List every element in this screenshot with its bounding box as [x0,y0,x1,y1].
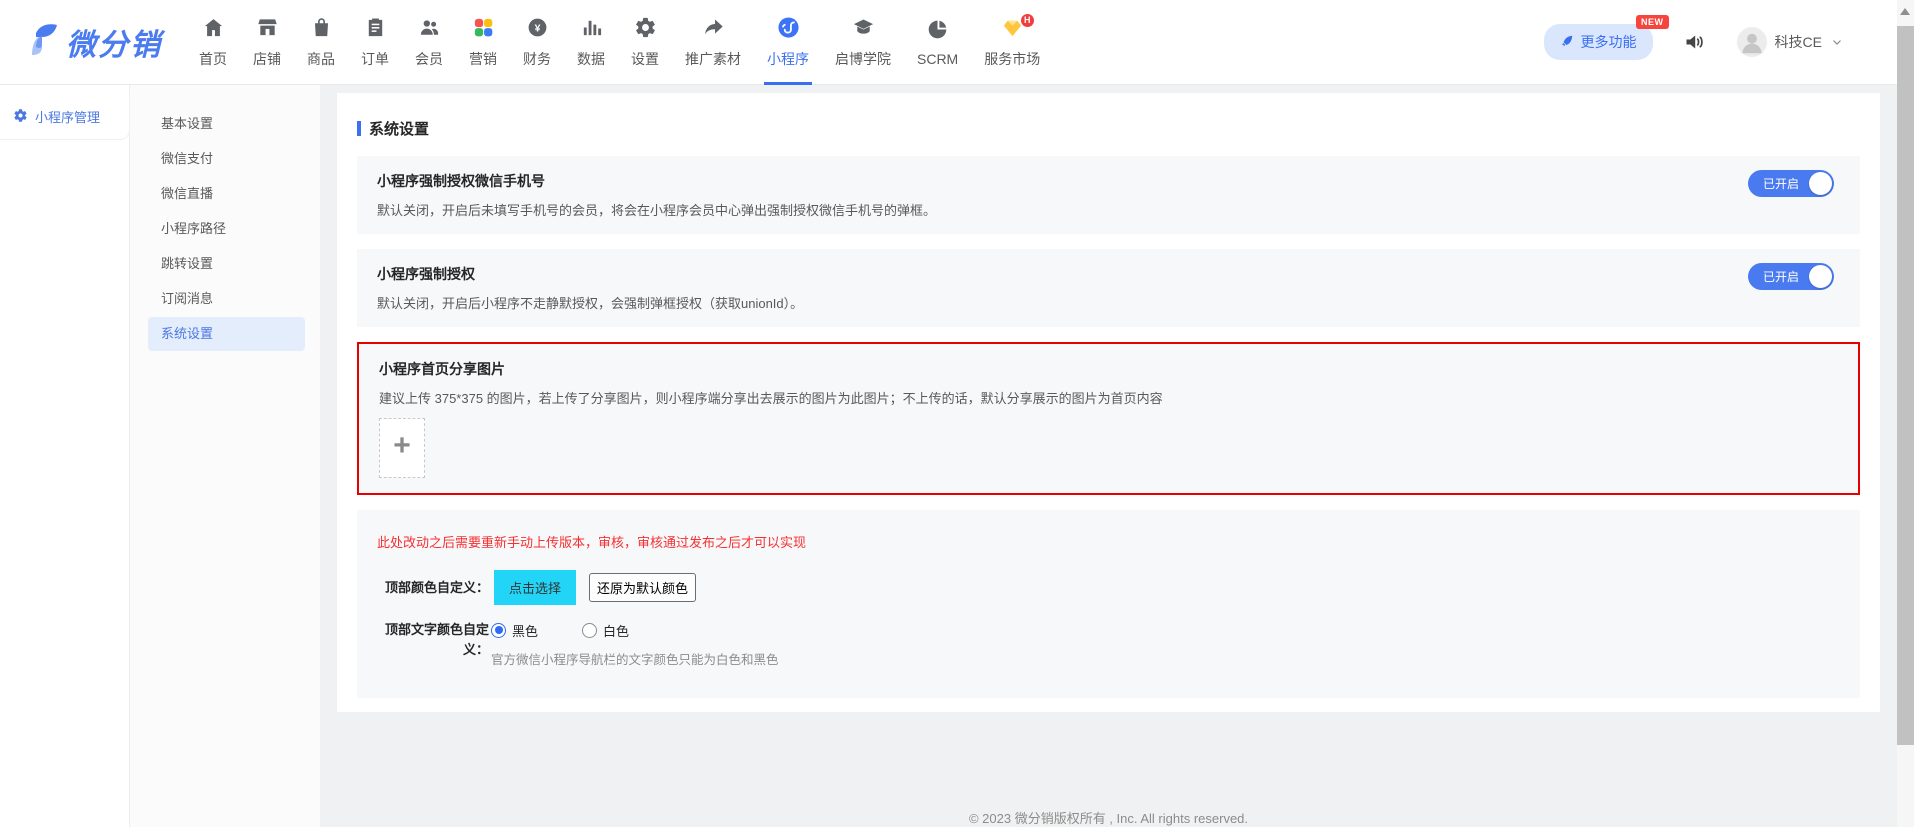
setting-description: 默认关闭，开启后小程序不走静默授权，会强制弹框授权（获取unionId）。 [377,293,1840,312]
vertical-scrollbar[interactable] [1897,0,1914,827]
nav-item-orders[interactable]: 订单 [348,0,402,85]
nav-item-marketing[interactable]: 营销 [456,0,510,85]
main-area: 系统设置 小程序强制授权微信手机号 默认关闭，开启后未填写手机号的会员，将会在小… [320,85,1914,827]
pick-color-button[interactable]: 点击选择 [494,570,576,605]
scrollbar-thumb[interactable] [1897,26,1914,745]
page-layout: 小程序管理 基本设置 微信支付 微信直播 小程序路径 跳转设置 订阅消息 系统设… [0,85,1914,827]
section-header: 系统设置 [357,118,1860,139]
marketing-icon [472,16,495,42]
logo-icon [26,21,60,64]
user-menu[interactable]: 科技CE [1737,27,1844,57]
copyright-footer: © 2023 微分销版权所有 , Inc. All rights reserve… [337,808,1880,827]
version-warning-text: 此处改动之后需要重新手动上传版本，审核，审核通过发布之后才可以实现 [377,532,1840,551]
toggle-knob [1809,265,1832,288]
toggle-label: 已开启 [1763,175,1799,192]
gear-icon [13,108,28,126]
plus-icon: + [393,431,411,461]
user-name: 科技CE [1775,32,1822,52]
top-text-color-label: 顶部文字颜色自定义： [377,620,489,660]
nav-item-service-market[interactable]: H 服务市场 [971,0,1053,85]
nav-item-finance[interactable]: ¥ 财务 [510,0,564,85]
radio-white[interactable]: 白色 [582,621,629,640]
menu-item-subscribe-message[interactable]: 订阅消息 [148,282,305,316]
sidebar-root-label: 小程序管理 [35,107,100,126]
setting-description: 建议上传 375*375 的图片，若上传了分享图片，则小程序端分享出去展示的图片… [379,388,1838,407]
primary-sidebar: 小程序管理 [0,85,130,827]
shopping-bag-icon [310,16,333,42]
bar-chart-icon [580,16,603,42]
gear-icon [634,16,657,42]
clipboard-icon [364,16,387,42]
market-hot-badge: H [1021,14,1034,27]
app-logo[interactable]: 微分销 [26,20,162,64]
nav-items: 首页 店铺 商品 订单 会员 营销 ¥ 财务 数据 [186,0,1053,85]
members-icon [418,16,441,42]
toggle-label: 已开启 [1763,268,1799,285]
announcement-speaker-icon[interactable] [1683,30,1707,54]
menu-item-basic-settings[interactable]: 基本设置 [148,107,305,141]
logo-text: 微分销 [66,20,162,64]
top-color-label: 顶部颜色自定义： [377,578,489,598]
nav-item-academy[interactable]: 启博学院 [822,0,904,85]
section-accent-bar [357,121,361,136]
reset-color-button[interactable]: 还原为默认颜色 [589,573,696,602]
content-panel: 系统设置 小程序强制授权微信手机号 默认关闭，开启后未填写手机号的会员，将会在小… [337,93,1880,712]
nav-item-members[interactable]: 会员 [402,0,456,85]
miniprogram-icon [777,16,800,42]
nav-right-cluster: 更多功能 NEW 科技CE [1544,24,1874,60]
sidebar-item-miniprogram-management[interactable]: 小程序管理 [0,94,130,140]
share-arrow-icon [702,16,725,42]
pie-chart-icon [926,18,949,44]
menu-item-wechat-live[interactable]: 微信直播 [148,177,305,211]
storefront-icon [256,16,279,42]
top-text-color-row: 顶部文字颜色自定义： 黑色 白色 官方微信小程序导 [377,620,1840,668]
nav-item-scrm[interactable]: SCRM [904,0,971,85]
setting-title: 小程序首页分享图片 [379,359,1838,379]
setting-card-appearance: 此处改动之后需要重新手动上传版本，审核，审核通过发布之后才可以实现 顶部颜色自定… [357,510,1860,698]
text-color-options: 黑色 白色 官方微信小程序导航栏的文字颜色只能为白色和黑色 [491,620,779,668]
setting-card-home-share-image: 小程序首页分享图片 建议上传 375*375 的图片，若上传了分享图片，则小程序… [357,342,1860,495]
menu-item-jump-settings[interactable]: 跳转设置 [148,247,305,281]
secondary-sidebar: 基本设置 微信支付 微信直播 小程序路径 跳转设置 订阅消息 系统设置 [130,85,320,827]
graduation-cap-icon [852,16,875,42]
setting-card-force-phone-auth: 小程序强制授权微信手机号 默认关闭，开启后未填写手机号的会员，将会在小程序会员中… [357,156,1860,234]
nav-item-home[interactable]: 首页 [186,0,240,85]
nav-item-settings[interactable]: 设置 [618,0,672,85]
nav-item-data[interactable]: 数据 [564,0,618,85]
image-upload-button[interactable]: + [379,418,425,478]
more-features-button[interactable]: 更多功能 NEW [1544,24,1653,60]
radio-icon [582,623,597,638]
rocket-icon [1560,34,1574,51]
toggle-knob [1809,172,1832,195]
svg-text:¥: ¥ [534,22,540,34]
top-nav: 微分销 首页 店铺 商品 订单 会员 营销 ¥ 财务 [0,0,1914,85]
nav-item-shop[interactable]: 店铺 [240,0,294,85]
nav-item-miniprogram[interactable]: 小程序 [754,0,822,85]
new-badge: NEW [1636,15,1669,29]
nav-item-promo-material[interactable]: 推广素材 [672,0,754,85]
nav-item-goods[interactable]: 商品 [294,0,348,85]
top-color-row: 顶部颜色自定义： 点击选择 还原为默认颜色 [377,570,1840,605]
setting-title: 小程序强制授权微信手机号 [377,171,1840,191]
menu-item-miniprogram-path[interactable]: 小程序路径 [148,212,305,246]
setting-description: 默认关闭，开启后未填写手机号的会员，将会在小程序会员中心弹出强制授权微信手机号的… [377,200,1840,219]
avatar [1737,27,1767,57]
scroll-up-arrow-icon[interactable] [1900,8,1910,15]
radio-icon [491,623,506,638]
radio-black[interactable]: 黑色 [491,621,538,640]
menu-item-system-settings[interactable]: 系统设置 [148,317,305,351]
chevron-down-icon [1830,35,1844,49]
menu-item-wechat-pay[interactable]: 微信支付 [148,142,305,176]
finance-yuan-icon: ¥ [526,16,549,42]
text-color-hint: 官方微信小程序导航栏的文字颜色只能为白色和黑色 [491,649,779,668]
page-title: 系统设置 [369,118,429,139]
setting-card-force-auth: 小程序强制授权 默认关闭，开启后小程序不走静默授权，会强制弹框授权（获取unio… [357,249,1860,327]
setting-title: 小程序强制授权 [377,264,1840,284]
toggle-force-phone-auth[interactable]: 已开启 [1748,170,1834,197]
toggle-force-auth[interactable]: 已开启 [1748,263,1834,290]
home-icon [202,16,225,42]
